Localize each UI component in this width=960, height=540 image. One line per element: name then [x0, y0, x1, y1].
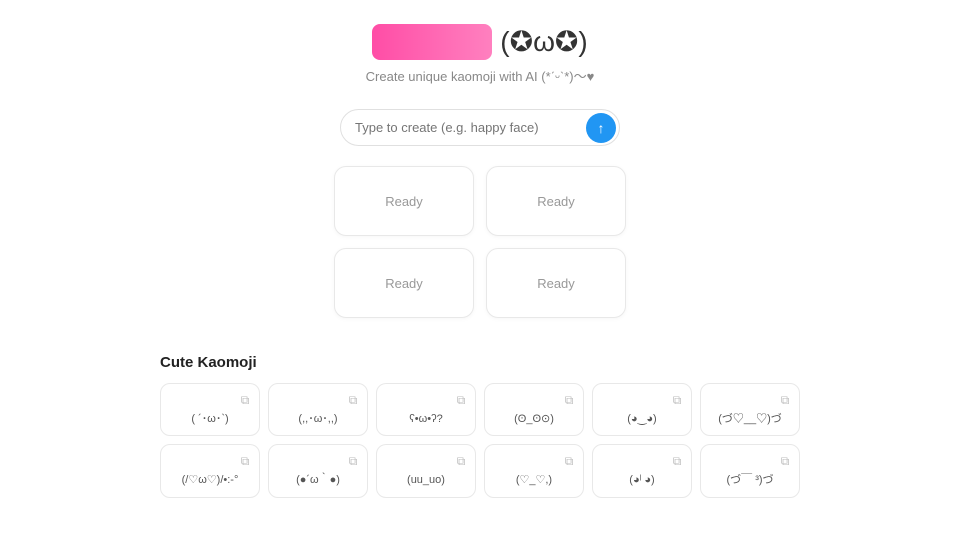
kaomoji-card-r1-c4: ⧉ (◕ˡ ◕) [592, 444, 692, 497]
kaomoji-card-r1-c3: ⧉ (♡_♡,) [484, 444, 584, 497]
kaomoji-card-r1-c5: ⧉ (づ￣ ³)づ [700, 444, 800, 497]
page-container: (✪ω✪) Create unique kaomoji with AI (*ˊᵕ… [0, 0, 960, 506]
kaomoji-text-r1-c5: (づ￣ ³)づ [707, 473, 793, 488]
kaomoji-grid-row-2: ⧉ (/♡ω♡)/•:-° ⧉ (●´ω｀●) ⧉ (uu_uo) ⧉ (♡_♡,) ⧉ (◕ˡ … [160, 444, 800, 497]
kaomoji-card-r1-c2: ⧉ (uu_uo) [376, 444, 476, 497]
kaomoji-text-r0-c2: ʕ•ω•ʔ? [383, 412, 469, 427]
kaomoji-text-r1-c2: (uu_uo) [383, 473, 469, 488]
kaomoji-card-r0-c4: ⧉ (◕‿◕) [592, 383, 692, 436]
search-input[interactable] [340, 109, 620, 146]
kaomoji-text-r0-c5: (づ♡__♡)づ [707, 412, 793, 427]
search-bar-container: ↑ [340, 109, 620, 146]
logo-emoji: (✪ω✪) [500, 28, 587, 56]
tagline: Create unique kaomoji with AI (*ˊᵕˋ*)～♥ [366, 66, 595, 85]
kaomoji-copy-button-r0-c3[interactable]: ⧉ [561, 392, 577, 408]
kaomoji-grid-row-1: ⧉( ´･ω･`)⧉(,,･ω･,,)⧉ʕ•ω•ʔ?⧉(ʘ_ʘ⊙)⧉(◕‿◕)⧉… [160, 383, 800, 436]
kaomoji-copy-button-r0-c0[interactable]: ⧉ [237, 392, 253, 408]
result-card-3: Ready [334, 248, 474, 318]
kaomoji-section: Cute Kaomoji ⧉( ´･ω･`)⧉(,,･ω･,,)⧉ʕ•ω•ʔ?⧉… [160, 354, 800, 506]
kaomoji-card-r0-c5: ⧉ (づ♡__♡)づ [700, 383, 800, 436]
kaomoji-card-r0-c1: ⧉ (,,･ω･,,) [268, 383, 368, 436]
kaomoji-copy-button-r1-c2[interactable]: ⧉ [453, 453, 469, 469]
result-card-1-status: Ready [385, 194, 423, 209]
kaomoji-card-r1-c0: ⧉ (/♡ω♡)/•:-° [160, 444, 260, 497]
kaomoji-text-r1-c3: (♡_♡,) [491, 473, 577, 488]
logo-row: (✪ω✪) [372, 24, 587, 60]
kaomoji-copy-button-r0-c2[interactable]: ⧉ [453, 392, 469, 408]
result-card-2-status: Ready [537, 194, 575, 209]
kaomoji-copy-button-r1-c0[interactable]: ⧉ [237, 453, 253, 469]
kaomoji-copy-button-r0-c1[interactable]: ⧉ [345, 392, 361, 408]
logo-gradient-bar [372, 24, 492, 60]
kaomoji-copy-button-r0-c5[interactable]: ⧉ [777, 392, 793, 408]
kaomoji-text-r0-c4: (◕‿◕) [599, 412, 685, 427]
kaomoji-text-r0-c3: (ʘ_ʘ⊙) [491, 412, 577, 427]
kaomoji-text-r1-c1: (●´ω｀●) [275, 473, 361, 488]
result-card-4-status: Ready [537, 276, 575, 291]
kaomoji-text-r1-c0: (/♡ω♡)/•:-° [167, 473, 253, 488]
result-card-4: Ready [486, 248, 626, 318]
kaomoji-copy-button-r1-c5[interactable]: ⧉ [777, 453, 793, 469]
kaomoji-card-r0-c3: ⧉ (ʘ_ʘ⊙) [484, 383, 584, 436]
section-title: Cute Kaomoji [160, 354, 800, 371]
kaomoji-copy-button-r1-c4[interactable]: ⧉ [669, 453, 685, 469]
header: (✪ω✪) Create unique kaomoji with AI (*ˊᵕ… [366, 24, 595, 85]
kaomoji-copy-button-r1-c3[interactable]: ⧉ [561, 453, 577, 469]
kaomoji-text-r1-c4: (◕ˡ ◕) [599, 473, 685, 488]
kaomoji-card-r0-c0: ⧉ ( ´･ω･`) [160, 383, 260, 436]
search-submit-button[interactable]: ↑ [586, 113, 616, 143]
kaomoji-card-r1-c1: ⧉ (●´ω｀●) [268, 444, 368, 497]
result-card-2: Ready [486, 166, 626, 236]
kaomoji-copy-button-r0-c4[interactable]: ⧉ [669, 392, 685, 408]
kaomoji-copy-button-r1-c1[interactable]: ⧉ [345, 453, 361, 469]
result-card-3-status: Ready [385, 276, 423, 291]
result-card-1: Ready [334, 166, 474, 236]
kaomoji-text-r0-c0: ( ´･ω･`) [167, 412, 253, 427]
result-cards-grid: Ready Ready Ready Ready [334, 166, 626, 318]
kaomoji-card-r0-c2: ⧉ ʕ•ω•ʔ? [376, 383, 476, 436]
kaomoji-text-r0-c1: (,,･ω･,,) [275, 412, 361, 427]
